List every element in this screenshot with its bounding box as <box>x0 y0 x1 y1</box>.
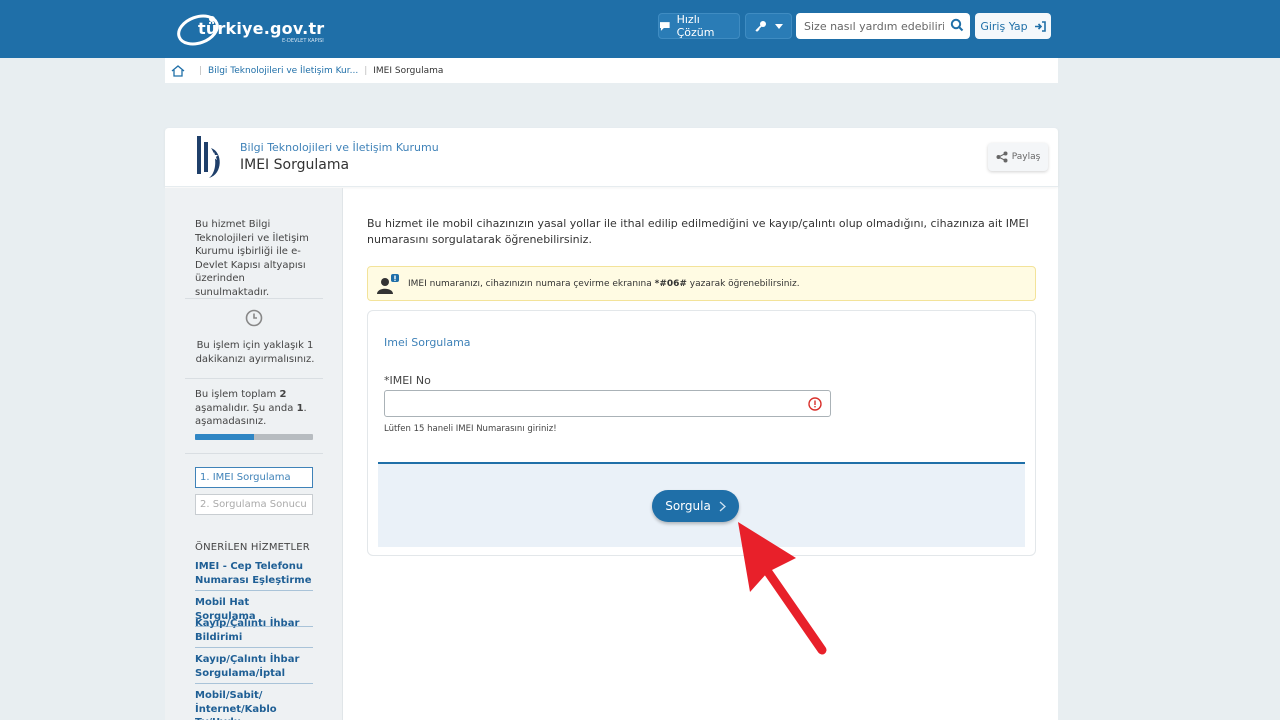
service-sidebar: Bu hizmet Bilgi Teknolojileri ve İletişi… <box>165 188 343 720</box>
key-menu-button[interactable] <box>745 13 792 39</box>
quick-solution-label: Hızlı Çözüm <box>676 13 715 39</box>
login-button[interactable]: Giriş Yap <box>975 13 1051 39</box>
info-alert: IMEI numaranızı, cihazınızın numara çevi… <box>367 266 1036 301</box>
breadcrumb-item-current: IMEI Sorgulama <box>373 65 444 76</box>
step-imei-query[interactable]: 1. IMEI Sorgulama <box>195 467 313 488</box>
share-button[interactable]: Paylaş <box>988 143 1048 171</box>
site-logo[interactable]: türkiye.gov.tr E-DEVLET KAPISI <box>176 10 336 48</box>
step-info: Bu işlem toplam 2 aşamalıdır. Şu anda 1.… <box>195 388 315 429</box>
top-bar: türkiye.gov.tr E-DEVLET KAPISI Hızlı Çöz… <box>0 0 1280 58</box>
imei-input[interactable] <box>385 391 795 416</box>
share-label: Paylaş <box>1011 152 1041 162</box>
home-icon[interactable] <box>171 64 185 77</box>
annotation-arrow-icon <box>738 522 827 655</box>
breadcrumb-separator: | <box>199 65 203 76</box>
logo-text: türkiye.gov.tr <box>198 19 325 38</box>
recommended-service-link[interactable]: Mobil/Sabit/ İnternet/Kablo Tv/Uydu <box>195 689 313 720</box>
estimated-time: Bu işlem için yaklaşık 1 dakikanızı ayır… <box>195 340 315 365</box>
breadcrumb: | Bilgi Teknolojileri ve İletişim Kur...… <box>165 58 1058 83</box>
alert-text-before: IMEI numaranızı, cihazınızın numara çevi… <box>408 278 655 289</box>
submit-label: Sorgula <box>665 499 711 513</box>
submit-button[interactable]: Sorgula <box>652 490 739 522</box>
page-title: IMEI Sorgulama <box>240 157 350 173</box>
step-progress-bar <box>195 434 313 440</box>
step-total: 2 <box>279 389 287 400</box>
step-current: 1 <box>296 402 304 414</box>
share-icon <box>996 151 1008 163</box>
imei-field-hint: Lütfen 15 haneli IMEI Numarasını giriniz… <box>384 424 557 434</box>
service-provider-info: Bu hizmet Bilgi Teknolojileri ve İletişi… <box>195 219 309 298</box>
form-title: Imei Sorgulama <box>384 336 471 349</box>
quick-solution-button[interactable]: Hızlı Çözüm <box>658 13 740 39</box>
search-icon[interactable] <box>950 18 964 32</box>
logo-subtext: E-DEVLET KAPISI <box>282 38 324 44</box>
sidebar-divider <box>185 378 323 379</box>
chat-bubble-icon <box>659 21 670 31</box>
recommended-services-title: ÖNERİLEN HİZMETLER <box>195 542 310 553</box>
breadcrumb-item-institution[interactable]: Bilgi Teknolojileri ve İletişim Kur... <box>208 66 358 76</box>
form-actions: Sorgula <box>378 462 1025 547</box>
imei-field-wrapper <box>384 390 831 417</box>
imei-field-label: *IMEI No <box>384 374 431 387</box>
alert-text: IMEI numaranızı, cihazınızın numara çevi… <box>408 279 800 289</box>
sign-in-icon <box>1034 20 1046 32</box>
search-box <box>796 13 970 39</box>
recommended-service-link[interactable]: IMEI - Cep Telefonu Numarası Eşleştirme <box>195 560 313 591</box>
sidebar-divider <box>185 298 323 299</box>
login-label: Giriş Yap <box>980 19 1028 33</box>
step-info-mid: aşamalıdır. Şu anda <box>195 402 297 414</box>
step-info-prefix: Bu işlem toplam <box>195 389 280 400</box>
btk-logo-icon <box>197 136 220 178</box>
caret-down-icon <box>774 23 783 29</box>
breadcrumb-separator: | <box>364 65 368 76</box>
recommended-service-link[interactable]: Kayıp/Çalıntı İhbar Bildirimi <box>195 617 313 648</box>
service-card: Bilgi Teknolojileri ve İletişim Kurumu I… <box>165 128 1058 720</box>
key-icon <box>754 21 766 32</box>
user-info-icon <box>377 273 399 294</box>
recommended-service-link[interactable]: Kayıp/Çalıntı İhbar Sorgulama/İptal <box>195 653 313 684</box>
alert-text-after: yazarak öğrenebilirsiniz. <box>686 278 800 289</box>
alert-code: *#06# <box>654 278 687 289</box>
institution-name[interactable]: Bilgi Teknolojileri ve İletişim Kurumu <box>240 141 439 154</box>
clock-icon <box>245 309 263 327</box>
service-header: Bilgi Teknolojileri ve İletişim Kurumu I… <box>165 128 1058 187</box>
imei-form: Imei Sorgulama *IMEI No Lütfen 15 haneli… <box>367 310 1036 556</box>
step-progress-fill <box>195 434 254 440</box>
sidebar-divider <box>185 453 323 454</box>
service-description: Bu hizmet ile mobil cihazınızın yasal yo… <box>367 217 1029 246</box>
error-icon <box>808 397 822 411</box>
step-query-result: 2. Sorgulama Sonucu <box>195 494 313 515</box>
search-input[interactable] <box>804 19 944 33</box>
chevron-right-icon <box>719 501 726 511</box>
